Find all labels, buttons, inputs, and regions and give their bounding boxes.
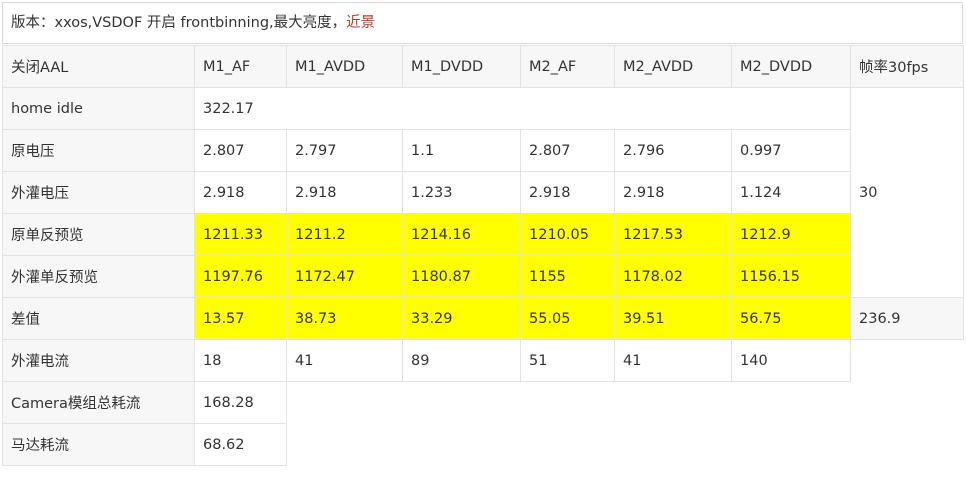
table-row: home idle 322.17 30 <box>2 87 964 298</box>
page: 版本：xxos,VSDOF 开启 frontbinning,最大亮度，近景 关闭… <box>0 0 966 478</box>
row-label: 外灌电流 <box>2 339 195 382</box>
diff-total: 236.9 <box>850 297 964 340</box>
highlighted-cell: 1212.9 <box>731 213 851 256</box>
highlighted-cell: 39.51 <box>614 297 732 340</box>
table-cell: 18 <box>194 339 287 382</box>
header-cell: M1_DVDD <box>402 45 521 88</box>
table-cell: 2.918 <box>286 171 403 214</box>
table-row: 外灌电流 18 41 89 51 41 140 <box>2 339 964 382</box>
fps-value: 30 <box>850 87 964 298</box>
table-cell: 41 <box>286 339 403 382</box>
row-label: 原电压 <box>2 129 195 172</box>
highlighted-cell: 56.75 <box>731 297 851 340</box>
table-cell: 1.233 <box>402 171 521 214</box>
highlighted-cell: 38.73 <box>286 297 403 340</box>
header-cell: 关闭AAL <box>2 45 195 88</box>
table-cell: 2.807 <box>520 129 615 172</box>
highlighted-cell: 1172.47 <box>286 255 403 298</box>
row-total: 68.62 <box>194 423 287 466</box>
highlighted-cell: 1180.87 <box>402 255 521 298</box>
table-cell: 1.124 <box>731 171 851 214</box>
highlighted-cell: 1178.02 <box>614 255 732 298</box>
power-table: 关闭AAL M1_AF M1_AVDD M1_DVDD M2_AF M2_AVD… <box>2 45 964 466</box>
table-row: 外灌电压 2.918 2.918 1.233 2.918 2.918 1.124 <box>2 171 964 214</box>
empty-cell <box>287 382 964 424</box>
table-row: 原电压 2.807 2.797 1.1 2.807 2.796 0.997 <box>2 129 964 172</box>
table-cell: 41 <box>614 339 732 382</box>
highlighted-cell: 1197.76 <box>194 255 287 298</box>
table-row: 马达耗流 68.62 <box>2 423 964 466</box>
row-label: 外灌单反预览 <box>2 255 195 298</box>
caption-highlight: 近景 <box>346 15 376 31</box>
row-label: 外灌电压 <box>2 171 195 214</box>
row-label: home idle <box>2 87 195 130</box>
table-cell: 51 <box>520 339 615 382</box>
header-cell: M2_DVDD <box>731 45 851 88</box>
highlighted-cell: 55.05 <box>520 297 615 340</box>
header-cell: M2_AVDD <box>614 45 732 88</box>
table-row: 外灌单反预览 1197.76 1172.47 1180.87 1155 1178… <box>2 255 964 298</box>
row-label: 原单反预览 <box>2 213 195 256</box>
header-cell: 帧率30fps <box>850 45 964 88</box>
table-cell: 1.1 <box>402 129 521 172</box>
empty-cell <box>287 424 964 466</box>
highlighted-cell: 1214.16 <box>402 213 521 256</box>
table-row: 原单反预览 1211.33 1211.2 1214.16 1210.05 121… <box>2 213 964 256</box>
table-cell: 2.918 <box>194 171 287 214</box>
highlighted-cell: 1211.33 <box>194 213 287 256</box>
row-label: Camera模组总耗流 <box>2 381 195 424</box>
empty-cell <box>851 340 964 382</box>
row-total: 168.28 <box>194 381 287 424</box>
table-cell: 2.807 <box>194 129 287 172</box>
table-cell: 2.918 <box>614 171 732 214</box>
row-label: 马达耗流 <box>2 423 195 466</box>
table-cell: 2.918 <box>520 171 615 214</box>
table-row: 差值 13.57 38.73 33.29 55.05 39.51 56.75 2… <box>2 297 964 340</box>
table-row: Camera模组总耗流 168.28 <box>2 381 964 424</box>
table-cell: 140 <box>731 339 851 382</box>
header-cell: M2_AF <box>520 45 615 88</box>
header-cell: M1_AF <box>194 45 287 88</box>
table-header-row: 关闭AAL M1_AF M1_AVDD M1_DVDD M2_AF M2_AVD… <box>2 45 964 88</box>
highlighted-cell: 1156.15 <box>731 255 851 298</box>
table-cell: 89 <box>402 339 521 382</box>
highlighted-cell: 1155 <box>520 255 615 298</box>
row-total: 322.17 <box>194 87 851 130</box>
highlighted-cell: 33.29 <box>402 297 521 340</box>
version-caption: 版本：xxos,VSDOF 开启 frontbinning,最大亮度，近景 <box>2 2 963 44</box>
highlighted-cell: 13.57 <box>194 297 287 340</box>
header-cell: M1_AVDD <box>286 45 403 88</box>
highlighted-cell: 1211.2 <box>286 213 403 256</box>
highlighted-cell: 1217.53 <box>614 213 732 256</box>
row-label: 差值 <box>2 297 195 340</box>
caption-text: 版本：xxos,VSDOF 开启 frontbinning,最大亮度， <box>11 15 347 31</box>
table-cell: 2.796 <box>614 129 732 172</box>
table-cell: 2.797 <box>286 129 403 172</box>
highlighted-cell: 1210.05 <box>520 213 615 256</box>
table-cell: 0.997 <box>731 129 851 172</box>
